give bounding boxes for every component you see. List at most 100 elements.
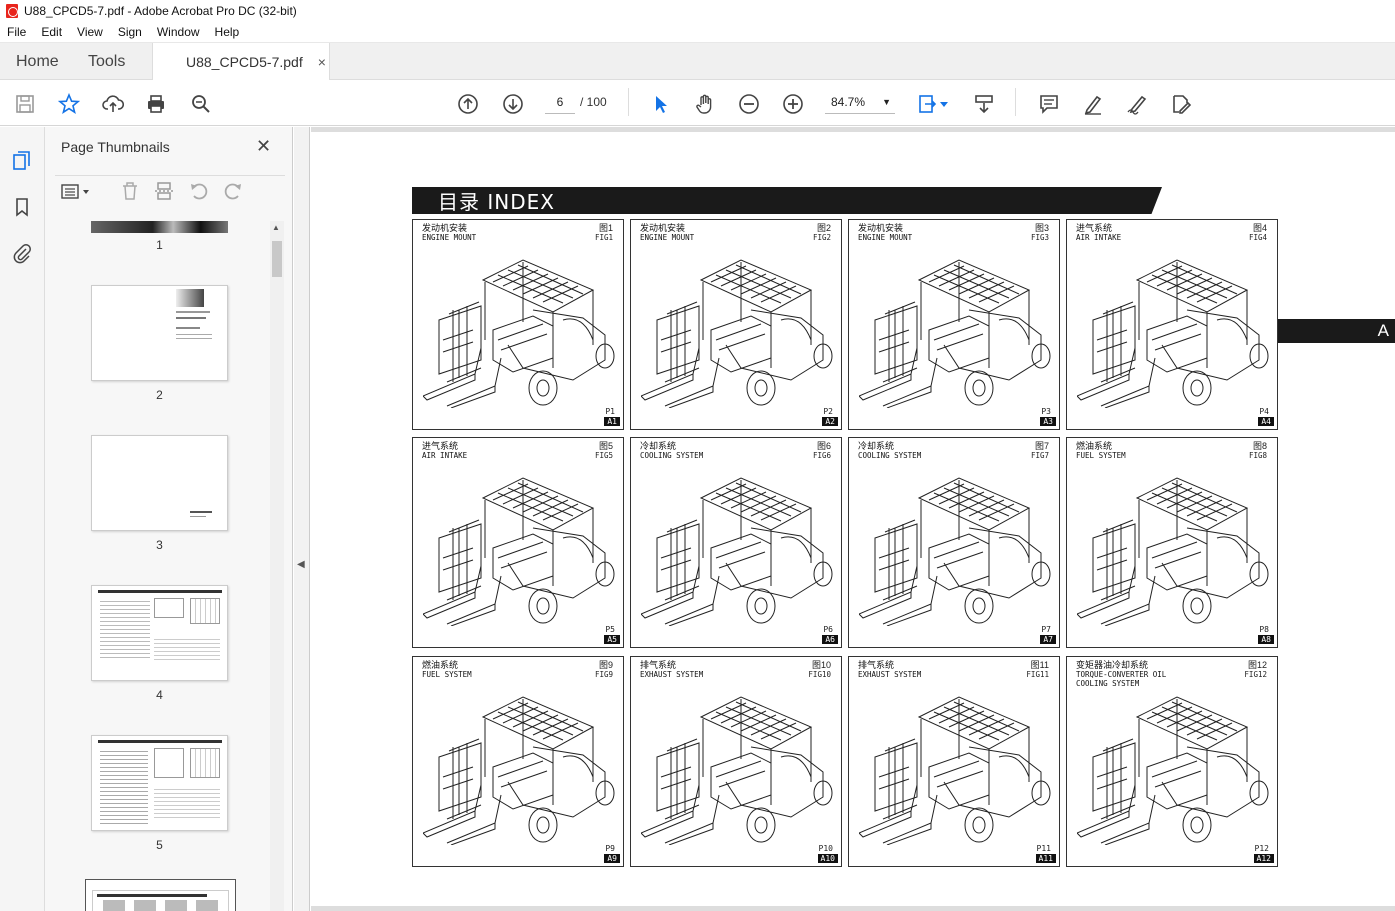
cell-fig-cn: 图6 bbox=[816, 441, 831, 451]
bookmark-star-icon[interactable] bbox=[57, 92, 81, 116]
page-thumbnails-icon[interactable] bbox=[10, 149, 34, 173]
cell-section-code: A1 bbox=[604, 417, 620, 426]
cell-fig-cn: 图5 bbox=[598, 441, 613, 451]
tab-tools[interactable]: Tools bbox=[88, 43, 125, 80]
page-number-input[interactable]: 6 bbox=[545, 90, 575, 114]
forklift-illustration bbox=[859, 458, 1051, 626]
thumbnail-scrollbar[interactable]: ▲ bbox=[270, 221, 284, 911]
cell-page-number: P5 bbox=[605, 625, 615, 634]
menu-view[interactable]: View bbox=[77, 25, 103, 39]
cell-title-cn: 发动机安装 bbox=[640, 223, 686, 233]
page-thumbnail-6-selected[interactable] bbox=[85, 879, 236, 911]
cell-title-cn: 进气系统 bbox=[422, 441, 459, 451]
close-panel-icon[interactable]: ✕ bbox=[256, 136, 271, 157]
cell-title-cn: 进气系统 bbox=[1076, 223, 1113, 233]
cell-page-number: P7 bbox=[1041, 625, 1051, 634]
menu-edit[interactable]: Edit bbox=[41, 25, 62, 39]
cell-page-number: P2 bbox=[823, 407, 833, 416]
forklift-illustration bbox=[641, 677, 833, 845]
cell-fig-cn: 图10 bbox=[811, 660, 831, 670]
hand-tool-icon[interactable] bbox=[693, 92, 717, 116]
scroll-mode-icon[interactable] bbox=[972, 92, 996, 116]
section-tab: A bbox=[1278, 319, 1395, 343]
cell-fig-cn: 图9 bbox=[598, 660, 613, 670]
index-cell: 变矩器油冷却系统 TORQUE-CONVERTER OIL COOLING SYS… bbox=[1066, 656, 1278, 867]
rotate-left-icon[interactable] bbox=[188, 179, 210, 203]
scrollbar-thumb[interactable] bbox=[272, 241, 282, 277]
thumbnail-options-icon[interactable] bbox=[59, 179, 93, 203]
thumbnail-label: 2 bbox=[156, 388, 163, 402]
next-page-icon[interactable] bbox=[501, 92, 525, 116]
index-cell: 冷却系统 COOLING SYSTEM 图6 FIG6 P6 A6 bbox=[630, 437, 842, 648]
tab-home[interactable]: Home bbox=[16, 43, 59, 80]
save-icon[interactable] bbox=[13, 92, 37, 116]
comment-icon[interactable] bbox=[1037, 92, 1061, 116]
cell-page-number: P8 bbox=[1259, 625, 1269, 634]
zoom-level-dropdown[interactable]: 84.7% ▼ bbox=[825, 90, 895, 114]
tab-document-label: U88_CPCD5-7.pdf bbox=[186, 54, 303, 70]
index-cell: 排气系统 EXHAUST SYSTEM 图11 FIG11 P11 A11 bbox=[848, 656, 1060, 867]
chevron-down-icon[interactable] bbox=[938, 92, 950, 116]
page-thumbnail-1[interactable] bbox=[91, 221, 228, 233]
fill-sign-icon[interactable] bbox=[1125, 92, 1149, 116]
cell-title-cn: 排气系统 bbox=[858, 660, 895, 670]
menu-window[interactable]: Window bbox=[157, 25, 200, 39]
zoom-out-icon[interactable] bbox=[737, 92, 761, 116]
index-cell: 燃油系统 FUEL SYSTEM 图9 FIG9 P9 A9 bbox=[412, 656, 624, 867]
forklift-illustration bbox=[1077, 240, 1269, 408]
upload-cloud-icon[interactable] bbox=[101, 92, 125, 116]
menu-bar: File Edit View Sign Window Help bbox=[0, 22, 1395, 43]
cell-section-code: A5 bbox=[604, 635, 620, 644]
page-thumbnail-2[interactable] bbox=[91, 285, 228, 381]
cell-page-number: P9 bbox=[605, 844, 615, 853]
panel-toolbar bbox=[55, 175, 285, 203]
highlight-pen-icon[interactable] bbox=[1081, 92, 1105, 116]
page-top-edge bbox=[311, 127, 1395, 132]
menu-sign[interactable]: Sign bbox=[118, 25, 142, 39]
print-icon[interactable] bbox=[144, 92, 168, 116]
cell-section-code: A12 bbox=[1253, 854, 1274, 863]
forklift-illustration bbox=[641, 458, 833, 626]
index-cell: 进气系统 AIR INTAKE 图5 FIG5 P5 A5 bbox=[412, 437, 624, 648]
tab-bar: Home Tools U88_CPCD5-7.pdf × bbox=[0, 43, 1395, 81]
extract-page-icon[interactable] bbox=[153, 179, 175, 203]
thumbnails-list: 1 2 3 4 5 bbox=[45, 215, 270, 911]
cell-section-code: A2 bbox=[822, 417, 838, 426]
fit-page-icon[interactable] bbox=[916, 92, 940, 116]
scroll-up-arrow-icon[interactable]: ▲ bbox=[272, 223, 280, 232]
zoom-in-icon[interactable] bbox=[781, 92, 805, 116]
delete-page-icon[interactable] bbox=[119, 179, 141, 203]
forklift-illustration bbox=[1077, 458, 1269, 626]
index-cell: 排气系统 EXHAUST SYSTEM 图10 FIG10 P10 A10 bbox=[630, 656, 842, 867]
menu-file[interactable]: File bbox=[7, 25, 26, 39]
cell-section-code: A9 bbox=[604, 854, 620, 863]
document-view[interactable]: 目录 INDEX A 发动机安装 ENGINE MOUNT 图1 FIG1 P1 A1 发动… bbox=[311, 127, 1395, 911]
rotate-right-icon[interactable] bbox=[222, 179, 244, 203]
close-tab-icon[interactable]: × bbox=[318, 54, 326, 70]
thumbnail-label: 3 bbox=[156, 538, 163, 552]
cell-fig-cn: 图12 bbox=[1247, 660, 1267, 670]
attachments-icon[interactable] bbox=[10, 241, 34, 265]
forklift-illustration bbox=[641, 240, 833, 408]
bookmarks-icon[interactable] bbox=[10, 195, 34, 219]
thumbnail-label: 1 bbox=[156, 238, 163, 252]
page-thumbnail-4[interactable] bbox=[91, 585, 228, 681]
index-cell: 发动机安装 ENGINE MOUNT 图2 FIG2 P2 A2 bbox=[630, 219, 842, 430]
collapse-panel-handle[interactable]: ◀ bbox=[294, 127, 310, 911]
previous-page-icon[interactable] bbox=[456, 92, 480, 116]
chevron-down-icon: ▼ bbox=[882, 97, 891, 107]
cell-section-code: A6 bbox=[822, 635, 838, 644]
zoom-search-icon[interactable] bbox=[189, 92, 213, 116]
edit-pdf-icon[interactable] bbox=[1169, 92, 1193, 116]
page-thumbnail-5[interactable] bbox=[91, 735, 228, 831]
zoom-level-value: 84.7% bbox=[831, 95, 866, 109]
cell-section-code: A10 bbox=[817, 854, 838, 863]
select-cursor-icon[interactable] bbox=[649, 92, 673, 116]
tab-document[interactable]: U88_CPCD5-7.pdf × bbox=[152, 43, 330, 81]
forklift-illustration bbox=[423, 677, 615, 845]
page-thumbnail-3[interactable] bbox=[91, 435, 228, 531]
cell-page-number: P4 bbox=[1259, 407, 1269, 416]
index-cell: 发动机安装 ENGINE MOUNT 图1 FIG1 P1 A1 bbox=[412, 219, 624, 430]
forklift-illustration bbox=[859, 677, 1051, 845]
menu-help[interactable]: Help bbox=[215, 25, 240, 39]
